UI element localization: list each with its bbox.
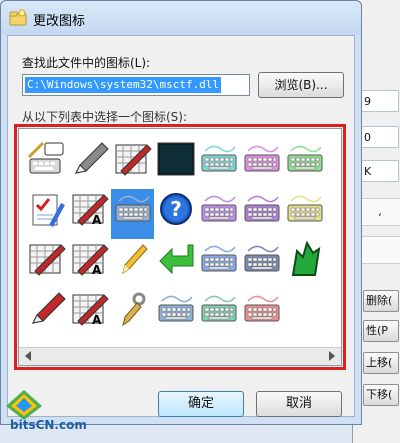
path-input-value: C:\Windows\system32\msctf.dll (25, 77, 222, 93)
find-icons-label: 查找此文件中的图标(L): (22, 56, 151, 70)
icon-grid: A ? A A (25, 139, 326, 339)
keyboard-dark-icon[interactable] (240, 239, 283, 289)
help-question-icon[interactable]: ? (154, 189, 197, 239)
cancel-button[interactable]: 取消 (256, 391, 342, 417)
pen-red-a-icon[interactable]: A (68, 189, 111, 239)
bg-cell-0[interactable]: 0 (359, 126, 399, 148)
brush-gray-icon[interactable] (111, 289, 154, 339)
bg-move-up-button[interactable]: 上移( (363, 352, 399, 374)
pen-gray-icon[interactable] (68, 139, 111, 189)
pen-yellow-icon[interactable] (111, 239, 154, 289)
palette-pen-icon[interactable] (25, 239, 68, 289)
keyboard-yellow-icon[interactable] (283, 189, 326, 239)
keyboard-purple-icon[interactable] (197, 189, 240, 239)
svg-text:A: A (92, 213, 102, 227)
palette-pen-a-icon[interactable]: A (68, 239, 111, 289)
keyboard-selected-icon[interactable] (111, 189, 154, 239)
bg-move-down-button[interactable]: 下移( (363, 384, 399, 406)
bg-cell-9[interactable]: 9 (359, 90, 399, 112)
checklist-pen-icon[interactable] (25, 189, 68, 239)
folder-star-icon (9, 9, 27, 26)
keyboard-magenta-icon[interactable] (240, 139, 283, 189)
keyboard-steelblue-icon[interactable] (154, 289, 197, 339)
change-icon-dialog: 更改图标 查找此文件中的图标(L): C:\Windows\system32\m… (0, 0, 362, 425)
green-figure-icon[interactable] (283, 239, 326, 289)
palette-pen-red-icon[interactable] (111, 139, 154, 189)
bg-properties-button[interactable]: 性(P (363, 320, 399, 342)
svg-text:A: A (92, 263, 102, 277)
keyboard-cyan-icon[interactable] (197, 139, 240, 189)
bg-field[interactable]: , (359, 198, 400, 226)
ok-button[interactable]: 确定 (158, 391, 244, 417)
watermark-text: bitsCN.com (10, 418, 87, 432)
choose-icon-label: 从以下列表中选择一个图标(S): (22, 110, 188, 124)
pen-a-dotted-icon[interactable]: A (68, 289, 111, 339)
keyboard-pen-chat-icon[interactable] (25, 139, 68, 189)
keyboard-green-icon[interactable] (283, 139, 326, 189)
scroll-left-icon[interactable] (25, 351, 31, 361)
dialog-client: 查找此文件中的图标(L): C:\Windows\system32\msctf.… (7, 35, 355, 417)
keyboard-blue-icon[interactable] (197, 239, 240, 289)
icon-list[interactable]: A ? A A (18, 128, 342, 366)
svg-text:A: A (92, 313, 102, 327)
bg-delete-button[interactable]: 删除( (363, 290, 399, 312)
watermark-logo-icon (6, 390, 42, 420)
browse-button[interactable]: 浏览(B)... (258, 72, 344, 98)
svg-text:?: ? (170, 197, 182, 221)
black-tile-icon[interactable] (154, 139, 197, 189)
horizontal-scrollbar[interactable] (19, 347, 341, 365)
site-watermark: bitsCN.com (4, 388, 104, 440)
title-bar[interactable]: 更改图标 (1, 1, 361, 35)
arrow-green-left-icon[interactable] (154, 239, 197, 289)
pen-red-icon[interactable] (25, 289, 68, 339)
bg-cell-k[interactable]: K (359, 160, 399, 182)
dialog-title: 更改图标 (33, 14, 86, 29)
keyboard-violet-icon[interactable] (240, 189, 283, 239)
scroll-right-icon[interactable] (329, 351, 335, 361)
keyboard-teal-icon[interactable] (197, 289, 240, 339)
path-input[interactable]: C:\Windows\system32\msctf.dll (22, 74, 250, 96)
bg-field-2[interactable] (359, 236, 400, 264)
keyboard-red-icon[interactable] (240, 289, 283, 339)
